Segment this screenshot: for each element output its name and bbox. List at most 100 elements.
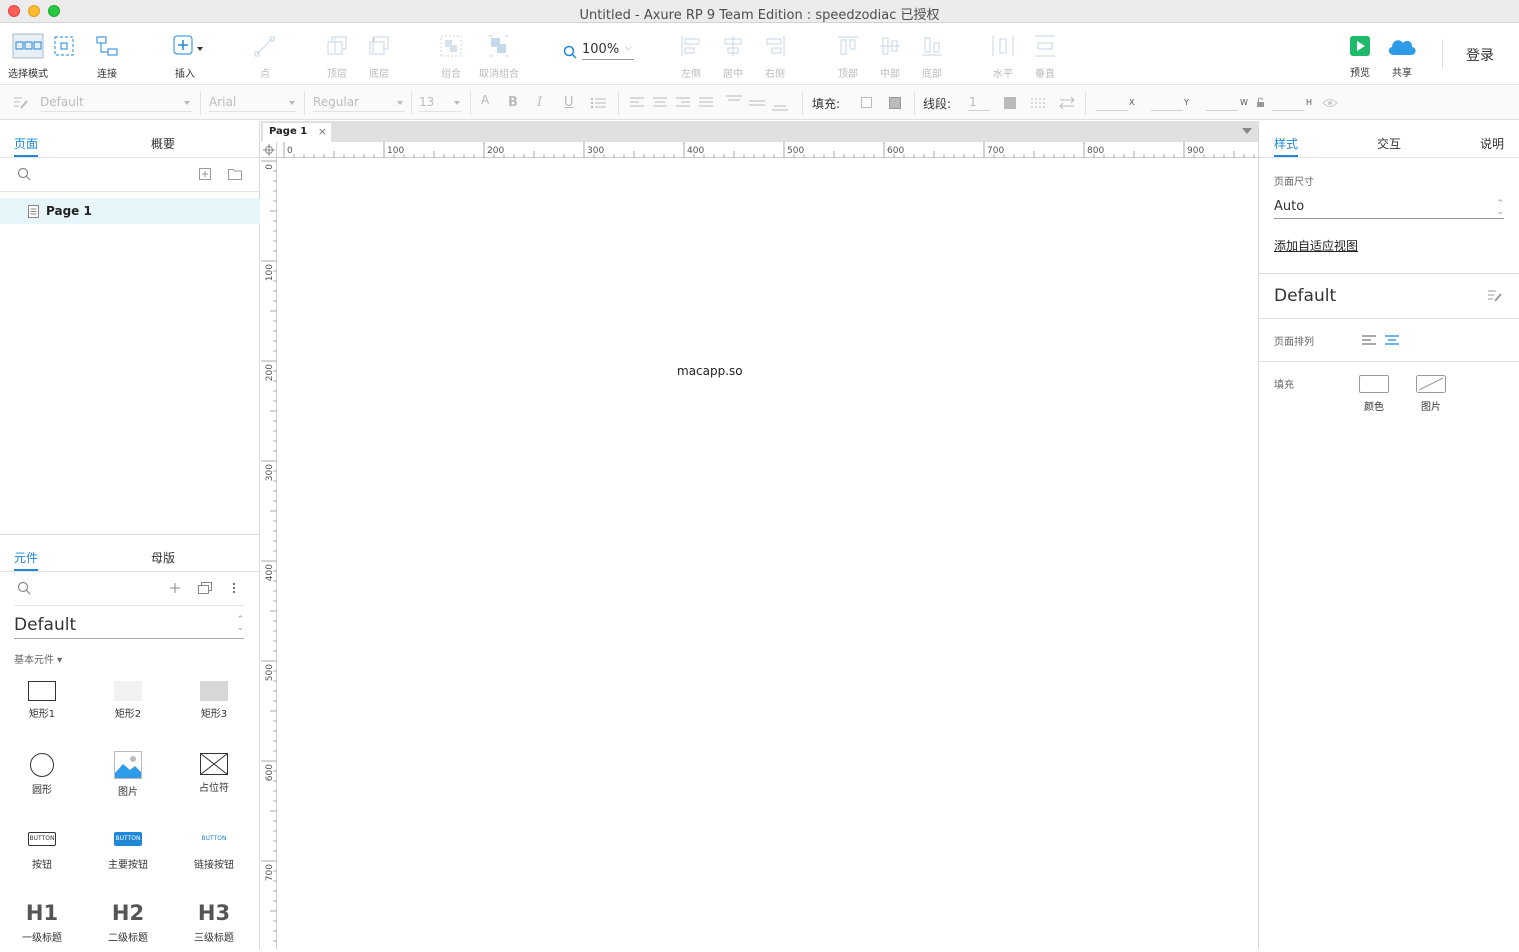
valign-middle-icon[interactable] — [749, 95, 765, 111]
style-select[interactable]: Default — [40, 94, 192, 112]
vertical-ruler[interactable]: 0 100 200 300 400 500 600 700 — [261, 158, 277, 952]
valign-top-icon[interactable] — [726, 95, 742, 111]
library-select[interactable]: Default ⌃ ⌄ — [14, 615, 244, 639]
widget-image[interactable]: 图片 — [100, 751, 156, 798]
align-bottom-button[interactable]: 底部 — [904, 31, 960, 81]
insert-button[interactable]: 插入 — [157, 31, 213, 81]
more-options-icon[interactable] — [232, 582, 236, 594]
page-size-select[interactable]: Auto ⌃ ⌄ — [1274, 199, 1504, 219]
search-icon[interactable] — [17, 167, 31, 181]
format-divider — [411, 91, 412, 115]
widget-label: 主要按钮 — [108, 860, 148, 871]
y-input[interactable] — [1151, 110, 1183, 111]
tab-interaction[interactable]: 交互 — [1377, 135, 1401, 152]
widget-placeholder[interactable]: 占位符 — [186, 753, 242, 794]
design-canvas[interactable]: Page 1 × 0 100 200 300 400 500 600 700 800 900 0 1… — [261, 121, 1258, 952]
widget-primary-button[interactable]: BUTTON 主要按钮 — [100, 832, 156, 871]
close-tab-icon[interactable]: × — [318, 125, 327, 138]
page-list-item[interactable]: Page 1 — [0, 198, 260, 224]
x-input[interactable] — [1096, 110, 1128, 111]
widget-heading-2[interactable]: H2 二级标题 — [100, 901, 156, 944]
add-page-icon[interactable] — [199, 168, 211, 180]
page-align-left-icon[interactable] — [1362, 335, 1376, 346]
font-select[interactable]: Arial — [209, 94, 297, 112]
tab-dropdown-icon[interactable] — [1242, 128, 1252, 139]
fill-image-button[interactable]: 图片 — [1411, 375, 1451, 413]
underline-icon[interactable]: U — [564, 95, 574, 110]
tab-outline[interactable]: 概要 — [151, 135, 175, 152]
preview-button[interactable]: 预览 — [1340, 31, 1380, 79]
ruler-tick-label: 300 — [587, 146, 604, 156]
vertical-ruler-ticks: 0 100 200 300 400 500 600 700 — [261, 160, 277, 952]
widget-label: 圆形 — [32, 785, 52, 796]
widget-rectangle-1[interactable]: 矩形1 — [14, 681, 70, 720]
add-folder-icon[interactable] — [228, 168, 242, 180]
widget-rectangle-2[interactable]: 矩形2 — [100, 681, 156, 720]
zoom-select[interactable]: 100% ⌵ — [562, 41, 634, 61]
distribute-vertical-button[interactable]: 垂直 — [1017, 31, 1073, 81]
font-size-select[interactable]: 13 — [419, 94, 462, 112]
ruler-origin[interactable] — [261, 142, 277, 158]
text-align-left-icon[interactable] — [630, 97, 644, 109]
tab-style[interactable]: 样式 — [1274, 135, 1298, 152]
add-library-icon[interactable] — [169, 582, 181, 594]
stroke-pattern-icon[interactable] — [1031, 97, 1047, 109]
widget-button[interactable]: BUTTON 按钮 — [14, 832, 70, 871]
page-align-center-icon[interactable] — [1385, 335, 1399, 346]
send-to-back-button[interactable]: 底层 — [351, 31, 407, 81]
align-right-label: 右侧 — [765, 69, 785, 80]
widget-heading-1[interactable]: H1 一级标题 — [14, 901, 70, 944]
tab-widgets[interactable]: 元件 — [14, 549, 38, 566]
font-weight-select[interactable]: Regular — [313, 94, 405, 112]
ruler-tick-label: 0 — [287, 146, 293, 156]
align-right-button[interactable]: 右侧 — [747, 31, 803, 81]
arrow-style-icon[interactable] — [1059, 97, 1075, 109]
fill-none-swatch[interactable] — [861, 97, 872, 108]
w-input[interactable] — [1206, 110, 1238, 111]
align-center-icon — [724, 36, 742, 56]
valign-bottom-icon[interactable] — [772, 95, 788, 111]
widget-label: 占位符 — [199, 783, 229, 794]
bullet-list-icon[interactable] — [590, 97, 606, 109]
text-align-right-icon[interactable] — [676, 97, 690, 109]
text-align-center-icon[interactable] — [653, 97, 667, 109]
point-button[interactable]: 点 — [237, 31, 293, 81]
page-tab[interactable]: Page 1 × — [263, 123, 331, 142]
widget-circle[interactable]: 圆形 — [14, 753, 70, 796]
align-right-icon — [766, 36, 785, 56]
edit-style-icon[interactable] — [1487, 289, 1503, 303]
italic-icon[interactable]: I — [537, 95, 542, 110]
ungroup-button[interactable]: 取消组合 — [471, 31, 527, 81]
distribute-horizontal-icon — [992, 36, 1014, 56]
login-button[interactable]: 登录 — [1466, 45, 1494, 65]
h-label: H — [1306, 98, 1313, 107]
horizontal-ruler[interactable]: 0 100 200 300 400 500 600 700 800 900 — [277, 142, 1258, 158]
widget-link-button[interactable]: BUTTON 链接按钮 — [186, 832, 242, 871]
text-justify-icon[interactable] — [699, 97, 713, 109]
lock-icon[interactable] — [1256, 97, 1265, 108]
connect-button[interactable]: 连接 — [79, 31, 135, 81]
widget-rectangle-3[interactable]: 矩形3 — [186, 681, 242, 720]
tab-masters[interactable]: 母版 — [151, 549, 175, 566]
ruler-tick-label: 200 — [487, 146, 504, 156]
divider — [1259, 361, 1519, 362]
stroke-width-input[interactable]: 1 — [969, 95, 977, 109]
share-button[interactable]: 共享 — [1382, 31, 1422, 79]
add-adaptive-view-link[interactable]: 添加自适应视图 — [1274, 237, 1358, 254]
search-icon[interactable] — [17, 581, 31, 595]
fill-color-swatch[interactable] — [889, 97, 901, 109]
fill-color-button[interactable]: 颜色 — [1354, 375, 1394, 413]
tab-notes[interactable]: 说明 — [1480, 135, 1504, 152]
font-color-icon[interactable]: A — [481, 93, 489, 107]
widget-heading-3[interactable]: H3 三级标题 — [186, 901, 242, 944]
stroke-color-swatch[interactable] — [1004, 97, 1016, 109]
h-input[interactable] — [1272, 110, 1304, 111]
bold-icon[interactable]: B — [508, 95, 518, 110]
library-copy-icon[interactable] — [198, 582, 212, 594]
divider — [1259, 318, 1519, 319]
widget-category-label[interactable]: 基本元件 ▾ — [14, 651, 62, 666]
ruler-tick-label: 400 — [265, 564, 275, 581]
visibility-eye-icon[interactable] — [1322, 98, 1338, 108]
canvas-text[interactable]: macapp.so — [677, 364, 743, 378]
tab-pages[interactable]: 页面 — [14, 135, 38, 152]
